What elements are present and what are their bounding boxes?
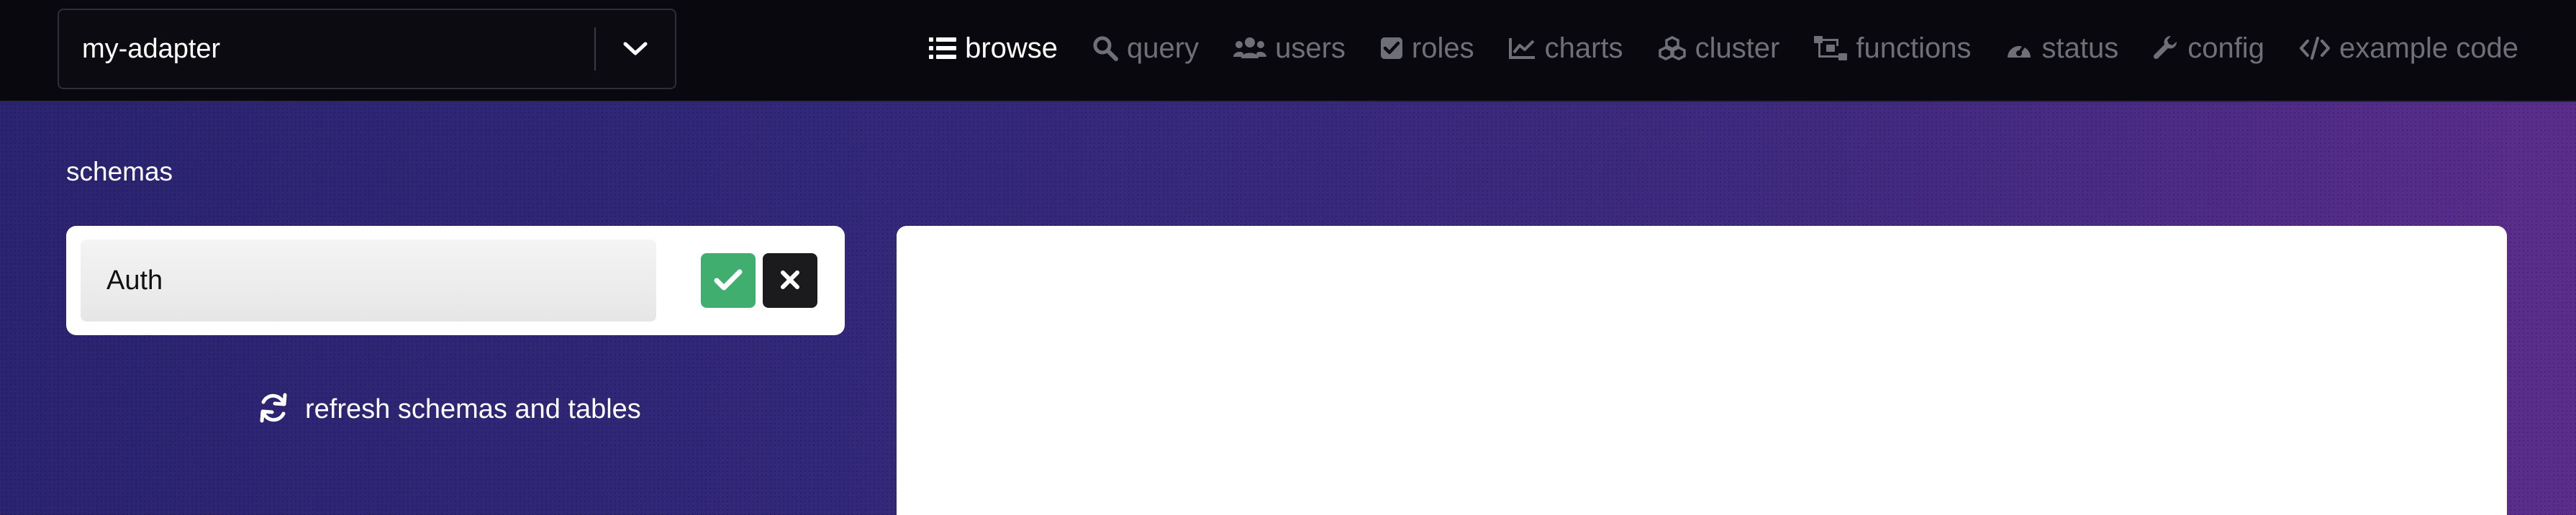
nav-functions[interactable]: functions bbox=[1814, 32, 1971, 65]
nav-label: functions bbox=[1856, 32, 1972, 64]
nav-label: roles bbox=[1411, 32, 1474, 64]
top-bar: my-adapter browse query users roles char… bbox=[0, 0, 2576, 102]
gauge-icon bbox=[2005, 36, 2033, 60]
code-icon bbox=[2299, 37, 2331, 60]
close-icon bbox=[779, 269, 801, 293]
nav-users[interactable]: users bbox=[1233, 32, 1346, 65]
search-icon bbox=[1092, 35, 1119, 61]
schema-create-card bbox=[66, 226, 845, 335]
users-icon bbox=[1233, 37, 1267, 60]
instance-select-value: my-adapter bbox=[82, 33, 221, 64]
line-chart-icon bbox=[1508, 37, 1536, 60]
nav-label: users bbox=[1275, 32, 1346, 64]
wrench-icon bbox=[2153, 35, 2179, 61]
sitemap-icon bbox=[1814, 36, 1848, 60]
check-icon bbox=[714, 268, 743, 293]
refresh-icon bbox=[258, 392, 289, 427]
nav-browse[interactable]: browse bbox=[929, 32, 1058, 65]
list-icon bbox=[929, 36, 957, 60]
cancel-button[interactable] bbox=[763, 253, 817, 308]
checkbox-icon bbox=[1380, 37, 1403, 60]
nav-label: example code bbox=[2339, 32, 2518, 64]
instance-select[interactable]: my-adapter bbox=[58, 9, 676, 89]
refresh-schemas-button[interactable]: refresh schemas and tables bbox=[258, 392, 641, 427]
nav-label: cluster bbox=[1695, 32, 1780, 64]
nav-label: charts bbox=[1544, 32, 1623, 64]
confirm-button[interactable] bbox=[701, 253, 756, 308]
nav-label: config bbox=[2187, 32, 2264, 64]
nav-status[interactable]: status bbox=[2005, 32, 2118, 65]
schemas-heading: schemas bbox=[66, 157, 173, 186]
cubes-icon bbox=[1658, 36, 1687, 60]
nav-config[interactable]: config bbox=[2153, 32, 2264, 65]
nav-cluster[interactable]: cluster bbox=[1658, 32, 1780, 65]
nav-charts[interactable]: charts bbox=[1508, 32, 1623, 65]
main-nav: browse query users roles charts cluster … bbox=[929, 0, 2518, 96]
nav-example-code[interactable]: example code bbox=[2299, 32, 2518, 65]
refresh-label: refresh schemas and tables bbox=[305, 394, 641, 424]
nav-label: browse bbox=[965, 32, 1058, 64]
chevron-down-icon[interactable] bbox=[596, 10, 675, 88]
nav-query[interactable]: query bbox=[1092, 32, 1199, 65]
content-panel bbox=[897, 226, 2507, 515]
nav-label: status bbox=[2041, 32, 2119, 64]
nav-label: query bbox=[1127, 32, 1199, 64]
schema-name-input[interactable] bbox=[81, 240, 656, 322]
nav-roles[interactable]: roles bbox=[1380, 32, 1474, 65]
